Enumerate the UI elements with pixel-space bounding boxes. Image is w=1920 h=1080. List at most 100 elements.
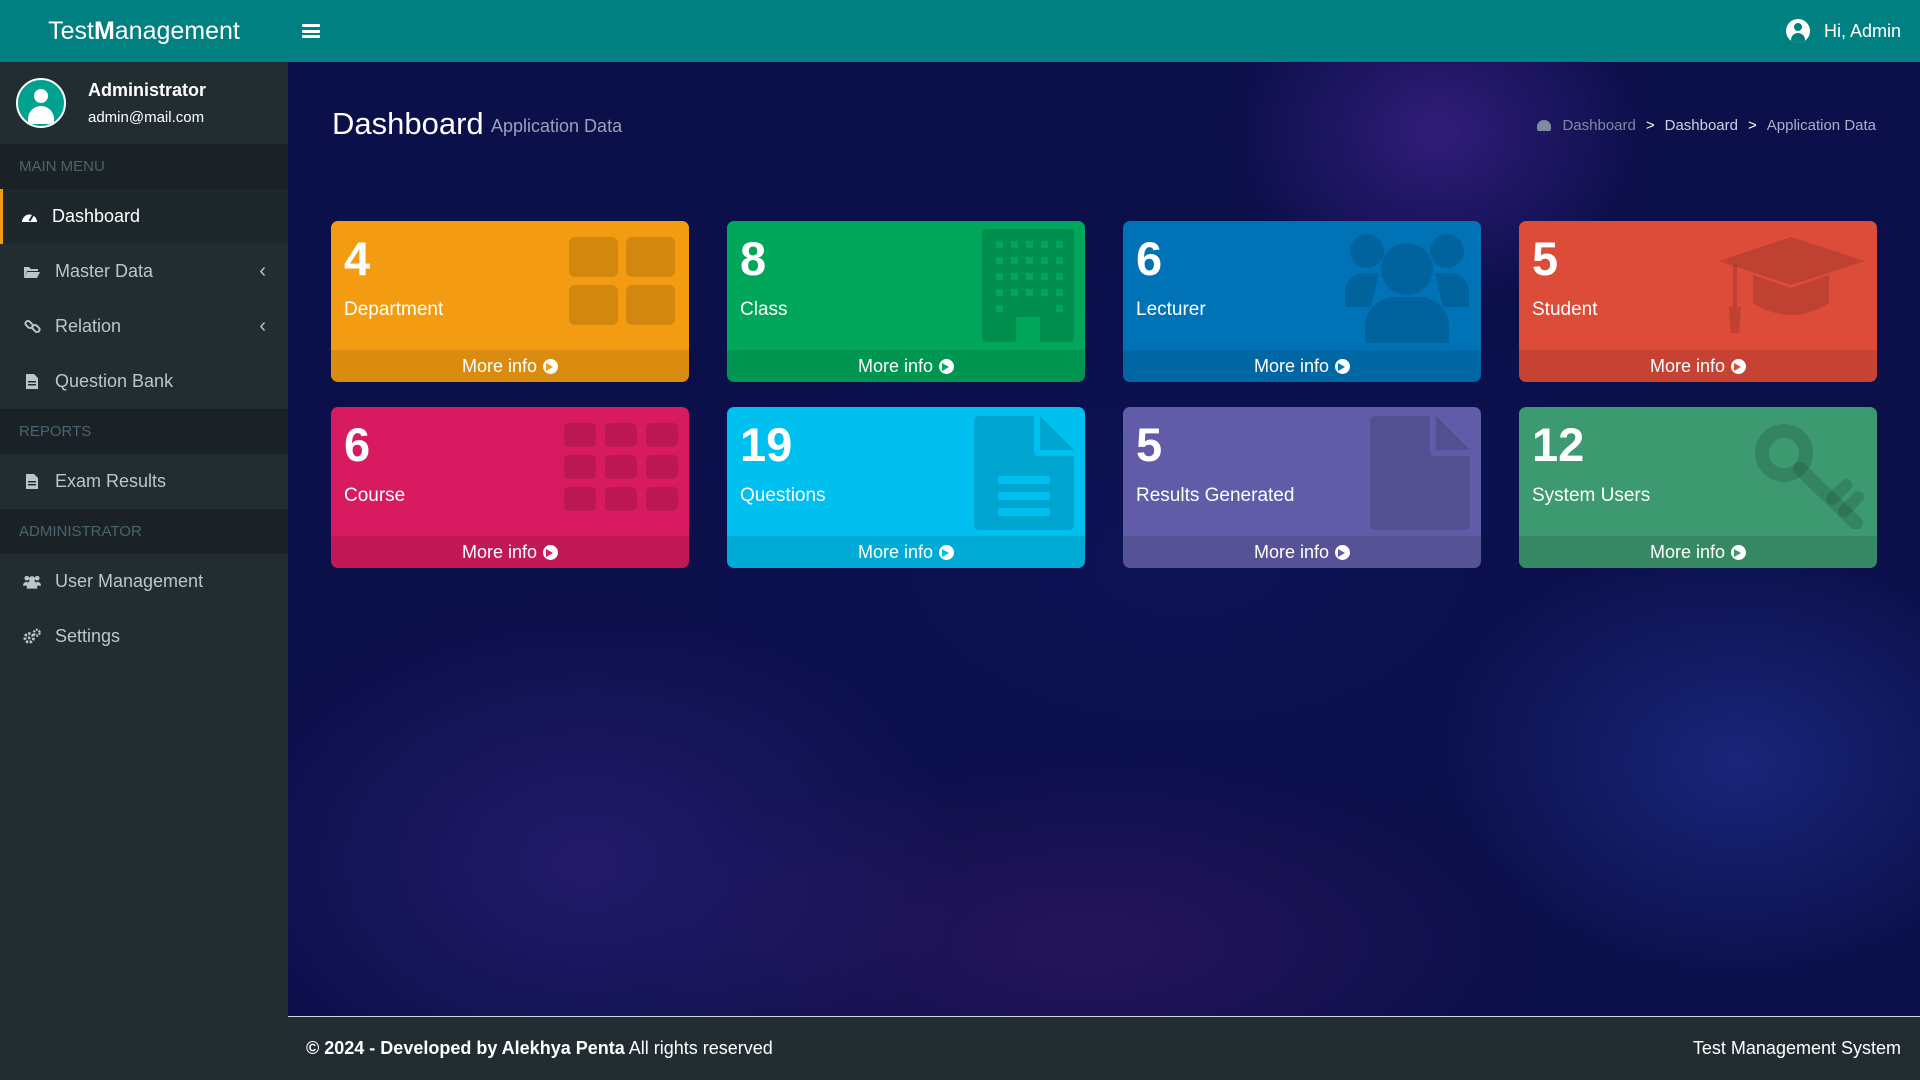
stat-label: Course — [344, 485, 406, 506]
arrow-circle-right-icon — [1731, 544, 1747, 560]
logo-text-rest: anagement — [114, 16, 240, 45]
sidebar-item-user-management[interactable]: User Management — [0, 554, 288, 609]
stat-count: 12 — [1532, 418, 1585, 471]
info-box-course: 6 Course More info — [331, 407, 689, 568]
breadcrumb-home[interactable]: Dashboard — [1537, 117, 1636, 134]
page-footer: © 2024 - Developed by Alekhya Penta All … — [288, 1016, 1920, 1080]
users-icon — [1345, 234, 1469, 343]
chevron-left-icon: ‹ — [259, 260, 266, 282]
user-email: admin@mail.com — [88, 109, 205, 126]
cogs-icon — [23, 628, 41, 646]
sidebar-item-exam-results[interactable]: Exam Results — [0, 454, 288, 509]
stat-count: 5 — [1532, 232, 1559, 285]
more-info-link[interactable]: More info — [727, 350, 1085, 382]
info-box-student: 5 Student More info — [1519, 221, 1877, 382]
file-text-icon — [23, 373, 41, 391]
stat-label: Class — [740, 299, 788, 320]
main-content: Dashboard Application Data Dashboard > D… — [288, 62, 1920, 1016]
menu-header-reports: REPORTS — [0, 409, 288, 454]
building-icon — [982, 229, 1074, 342]
stat-label: Results Generated — [1136, 485, 1295, 506]
stat-count: 6 — [344, 418, 371, 471]
file-icon — [23, 473, 41, 491]
arrow-circle-right-icon — [1731, 358, 1747, 374]
sidebar-item-label: Dashboard — [52, 206, 141, 226]
users-icon — [23, 573, 41, 591]
file-icon — [1370, 416, 1470, 530]
chevron-left-icon: ‹ — [259, 315, 266, 337]
link-icon — [23, 318, 41, 336]
app-logo[interactable]: Test Management — [0, 0, 288, 62]
sidebar-toggle-icon[interactable] — [302, 24, 320, 38]
arrow-circle-right-icon — [543, 358, 559, 374]
folder-open-icon — [23, 263, 41, 281]
stat-label: Department — [344, 299, 444, 320]
stat-label: Questions — [740, 485, 826, 506]
sidebar-item-label: Master Data — [55, 261, 154, 281]
arrow-circle-right-icon — [543, 544, 559, 560]
breadcrumb-separator: > — [1748, 117, 1757, 134]
stat-label: System Users — [1532, 485, 1651, 506]
sidebar-item-dashboard[interactable]: Dashboard — [0, 189, 288, 244]
footer-copyright: © 2024 - Developed by Alekhya Penta All … — [306, 1038, 773, 1058]
info-box-results-generated: 5 Results Generated More info — [1123, 407, 1481, 568]
sidebar-item-relation[interactable]: Relation ‹ — [0, 299, 288, 354]
sidebar-item-master-data[interactable]: Master Data ‹ — [0, 244, 288, 299]
dashboard-icon — [1537, 120, 1552, 131]
stat-count: 19 — [740, 418, 793, 471]
sidebar-item-settings[interactable]: Settings — [0, 609, 288, 664]
stat-count: 6 — [1136, 232, 1163, 285]
th-icon — [564, 423, 678, 511]
breadcrumb-current: Application Data — [1766, 117, 1876, 134]
info-box-questions: 19 Questions More info — [727, 407, 1085, 568]
info-box-class: 8 Class More info — [727, 221, 1085, 382]
sidebar-item-label: Exam Results — [55, 471, 167, 491]
stat-count: 5 — [1136, 418, 1163, 471]
graduation-cap-icon — [1719, 237, 1865, 333]
stat-label: Student — [1532, 299, 1598, 320]
menu-header-main: MAIN MENU — [0, 144, 288, 189]
page-subtitle: Application Data — [491, 116, 623, 136]
sidebar-item-question-bank[interactable]: Question Bank — [0, 354, 288, 409]
info-box-lecturer: 6 Lecturer More info — [1123, 221, 1481, 382]
sidebar: Administrator admin@mail.com MAIN MENU D… — [0, 62, 288, 1080]
user-icon — [1785, 19, 1810, 43]
breadcrumb: Dashboard > Dashboard > Application Data — [1537, 117, 1876, 134]
more-info-link[interactable]: More info — [331, 350, 689, 382]
arrow-circle-right-icon — [1335, 358, 1351, 374]
file-text-icon — [974, 416, 1074, 530]
user-panel: Administrator admin@mail.com — [0, 62, 288, 144]
arrow-circle-right-icon — [1335, 544, 1351, 560]
info-box-system-users: 12 System Users More info — [1519, 407, 1877, 568]
menu-header-administrator: ADMINISTRATOR — [0, 509, 288, 554]
sidebar-item-label: Settings — [55, 626, 121, 646]
more-info-link[interactable]: More info — [1123, 350, 1481, 382]
more-info-link[interactable]: More info — [727, 536, 1085, 568]
key-icon — [1755, 424, 1864, 529]
stat-label: Lecturer — [1136, 299, 1206, 320]
more-info-link[interactable]: More info — [1519, 536, 1877, 568]
logo-text-bold: M — [93, 16, 115, 45]
arrow-circle-right-icon — [939, 544, 955, 560]
page-title: Dashboard — [332, 106, 484, 141]
more-info-link[interactable]: More info — [331, 536, 689, 568]
arrow-circle-right-icon — [939, 358, 955, 374]
sidebar-item-label: User Management — [55, 571, 204, 591]
th-large-icon — [569, 237, 675, 325]
info-box-department: 4 Department More info — [331, 221, 689, 382]
user-name: Administrator — [88, 80, 207, 100]
sidebar-item-label: Question Bank — [55, 371, 174, 391]
stat-count: 4 — [344, 232, 371, 285]
stat-count: 8 — [740, 232, 767, 285]
more-info-link[interactable]: More info — [1519, 350, 1877, 382]
user-greeting: Hi, Admin — [1823, 20, 1901, 41]
breadcrumb-item[interactable]: Dashboard — [1665, 117, 1738, 134]
user-menu[interactable]: Hi, Admin — [1785, 0, 1901, 62]
more-info-link[interactable]: More info — [1123, 536, 1481, 568]
footer-app-name: Test Management System — [1692, 1038, 1901, 1058]
sidebar-item-label: Relation — [55, 316, 122, 336]
logo-text-light: Test — [48, 16, 94, 45]
dashboard-icon — [20, 208, 38, 226]
avatar — [16, 78, 66, 128]
breadcrumb-separator: > — [1645, 117, 1655, 134]
